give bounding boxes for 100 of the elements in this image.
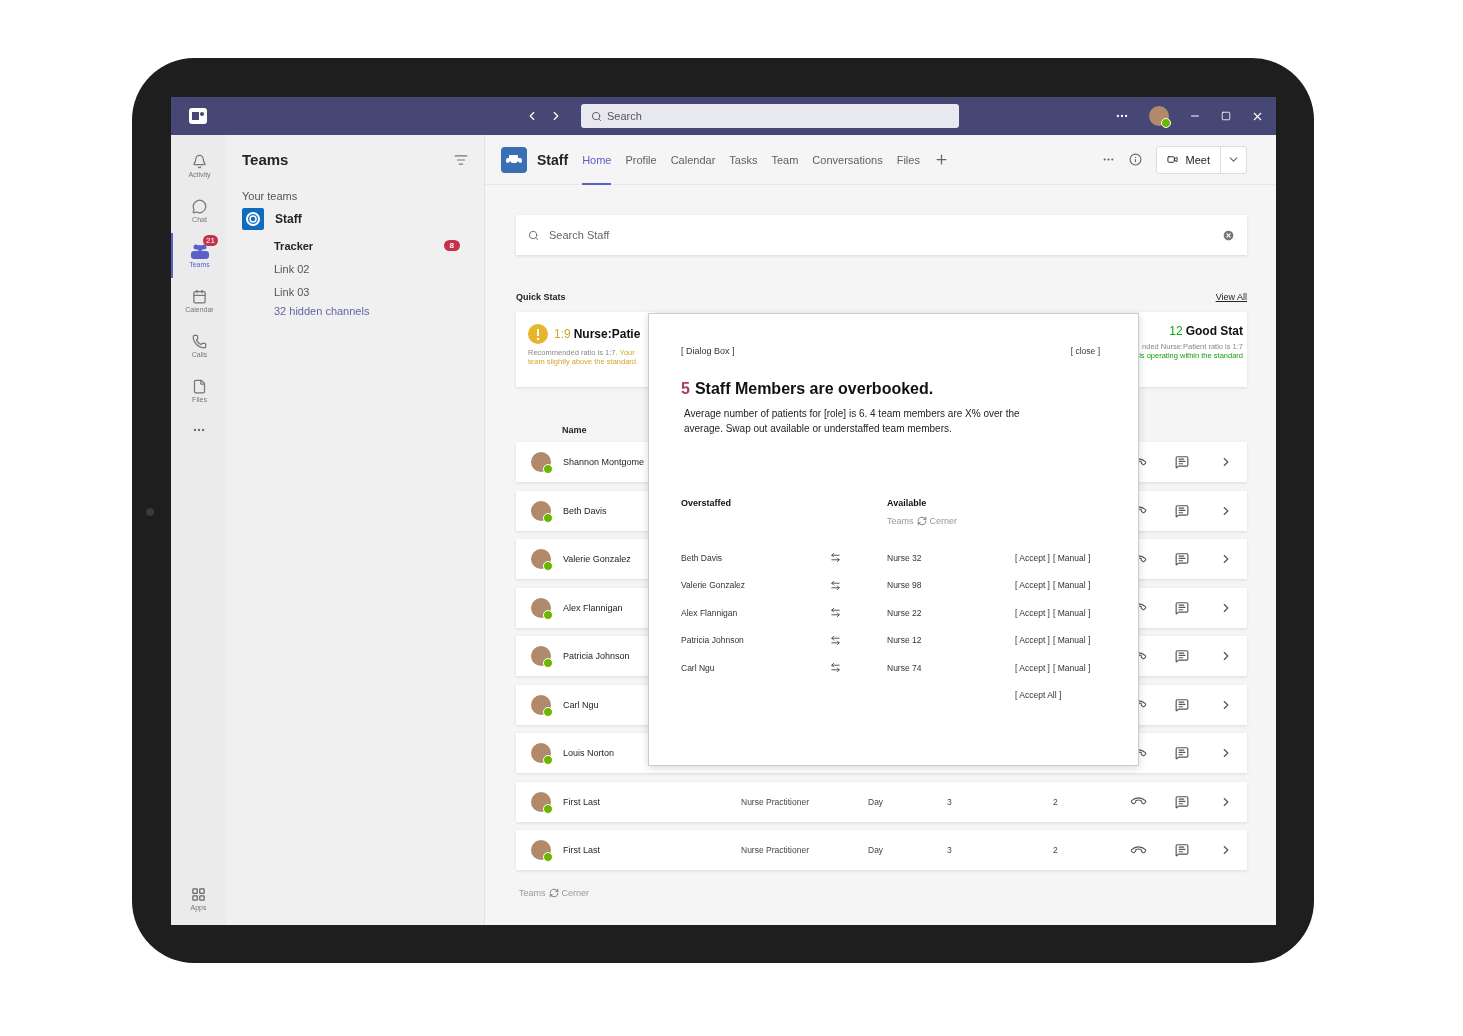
staff-name: First Last xyxy=(563,796,600,807)
staff-name: Valerie Gonzalez xyxy=(681,580,746,591)
chat-icon[interactable] xyxy=(1175,552,1189,566)
chat-icon[interactable] xyxy=(1175,746,1189,760)
team-logo-icon xyxy=(242,208,264,230)
camera-icon xyxy=(146,508,154,516)
sync-icon xyxy=(548,888,559,898)
search-placeholder: Search Staff xyxy=(549,229,610,241)
channel-item[interactable]: Link 02 xyxy=(274,257,460,280)
table-cell-text: Day xyxy=(868,845,885,855)
avatar xyxy=(531,743,551,763)
close-link[interactable]: [ close ] xyxy=(1070,346,1100,356)
search-field[interactable]: Search Staff xyxy=(516,215,1247,255)
team-logo-icon xyxy=(501,146,527,173)
search-icon xyxy=(591,110,602,122)
staff-name: Valerie Gonzalez xyxy=(563,554,631,564)
staff-row[interactable]: First Last Nurse Practitioner Day 3 2 xyxy=(516,781,1247,822)
table-cell-text: Nurse Practitioner xyxy=(741,796,811,807)
search-placeholder: Search xyxy=(607,110,642,122)
staff-name: Beth Davis xyxy=(563,505,607,516)
tab[interactable]: Calendar xyxy=(670,134,716,185)
video-icon xyxy=(1166,154,1178,165)
dialog-label: [ Dialog Box ] xyxy=(681,346,735,356)
action-link[interactable]: [ Accept ] xyxy=(1015,662,1050,673)
action-link[interactable]: [ Accept ] xyxy=(1015,607,1050,618)
section-label: Your teams xyxy=(242,190,299,202)
replacement-name: Nurse 74 xyxy=(887,662,923,673)
avatar xyxy=(531,452,551,472)
hidden-channels-link[interactable]: 32 hidden channels xyxy=(274,305,468,317)
tab[interactable]: Team xyxy=(771,134,799,185)
target-name: Cerner xyxy=(929,516,958,526)
chat-icon[interactable] xyxy=(1175,843,1189,857)
swap-icon[interactable] xyxy=(830,552,841,564)
stat-title: Nurse:Patie xyxy=(573,327,641,341)
channel-item[interactable]: Tracker 8 xyxy=(274,234,460,257)
chat-icon xyxy=(192,198,207,214)
swap-icon[interactable] xyxy=(830,607,841,619)
source-name: Teams xyxy=(887,516,914,526)
action-link[interactable]: [ Accept ] xyxy=(1015,580,1050,591)
maximize-icon[interactable] xyxy=(1221,111,1231,121)
view-all-link[interactable]: View All xyxy=(1215,292,1247,302)
info-icon[interactable] xyxy=(1128,153,1142,166)
dialog-message: Average number of patients for [role] is 6. 4 team members are X% over the average. Swap out available or understaffed team members. xyxy=(684,407,1021,436)
clear-icon[interactable] xyxy=(1222,228,1235,242)
staff-name: Alex Flannigan xyxy=(681,607,738,618)
staff-name: Patricia Johnson xyxy=(681,635,744,646)
table-cell-text: 2 xyxy=(1053,796,1059,807)
chat-icon[interactable] xyxy=(1175,600,1189,615)
table-cell-text: 3 xyxy=(947,845,953,855)
filter-icon[interactable] xyxy=(454,152,468,167)
chat-icon[interactable] xyxy=(1175,455,1189,469)
staff-name: Alex Flannigan xyxy=(563,602,623,613)
action-link[interactable]: [ Manual ] xyxy=(1052,552,1091,563)
accept-all-link[interactable]: [ Accept All ] xyxy=(1015,681,1062,709)
action-link[interactable]: [ Accept ] xyxy=(1015,552,1050,563)
action-link[interactable]: [ Accept ] xyxy=(1015,635,1050,646)
avatar xyxy=(531,549,551,569)
swap-icon[interactable] xyxy=(830,634,841,646)
notification-badge: 8 xyxy=(443,240,460,251)
column-header: Overstaffed xyxy=(681,498,733,508)
action-link[interactable]: [ Manual ] xyxy=(1052,662,1091,673)
table-cell-text: 2 xyxy=(1053,845,1059,855)
action-link[interactable]: [ Manual ] xyxy=(1052,580,1091,591)
app-logo-icon xyxy=(189,108,207,124)
stat-value: 1:9 xyxy=(554,327,571,341)
staff-name: Patricia Johnson xyxy=(563,651,630,661)
chat-icon[interactable] xyxy=(1175,697,1189,712)
tab[interactable]: Tasks xyxy=(729,134,758,185)
swap-icon[interactable] xyxy=(830,662,841,674)
tab[interactable]: Home xyxy=(582,134,612,185)
stat-value: 12 xyxy=(1169,324,1183,338)
chat-icon[interactable] xyxy=(1175,503,1189,518)
search-field[interactable]: Search xyxy=(581,104,959,128)
replacement-name: Nurse 12 xyxy=(887,635,923,646)
avatar xyxy=(531,791,551,812)
tab[interactable]: Profile xyxy=(625,134,657,185)
avatar[interactable] xyxy=(1149,106,1169,126)
add-icon[interactable] xyxy=(933,152,949,167)
chat-icon[interactable] xyxy=(1175,649,1189,663)
apps-icon xyxy=(191,887,206,902)
column-header: Available xyxy=(887,498,927,508)
action-link[interactable]: [ Manual ] xyxy=(1052,607,1091,618)
swap-icon[interactable] xyxy=(830,579,841,591)
people-icon xyxy=(190,243,209,259)
team-name: Staff xyxy=(537,151,569,168)
table-cell-text: Nurse Practitioner xyxy=(741,845,811,855)
stat-title: Good Stat xyxy=(1185,324,1243,338)
team-item[interactable]: Staff xyxy=(242,208,302,230)
replacement-name: Nurse 32 xyxy=(887,552,923,563)
staff-row[interactable]: First Last Nurse Practitioner Day 3 2 xyxy=(516,830,1247,870)
section-title: Quick Stats xyxy=(516,292,566,302)
chat-icon[interactable] xyxy=(1175,794,1189,809)
action-link[interactable]: [ Manual ] xyxy=(1052,635,1091,646)
staff-name: First Last xyxy=(563,845,600,855)
tab[interactable]: Files xyxy=(896,134,920,185)
phone-icon xyxy=(192,333,207,349)
tab[interactable]: Conversations xyxy=(812,134,883,185)
replacement-name: Nurse 98 xyxy=(887,580,923,591)
avatar xyxy=(531,694,551,715)
channel-item[interactable]: Link 03 xyxy=(274,280,460,303)
